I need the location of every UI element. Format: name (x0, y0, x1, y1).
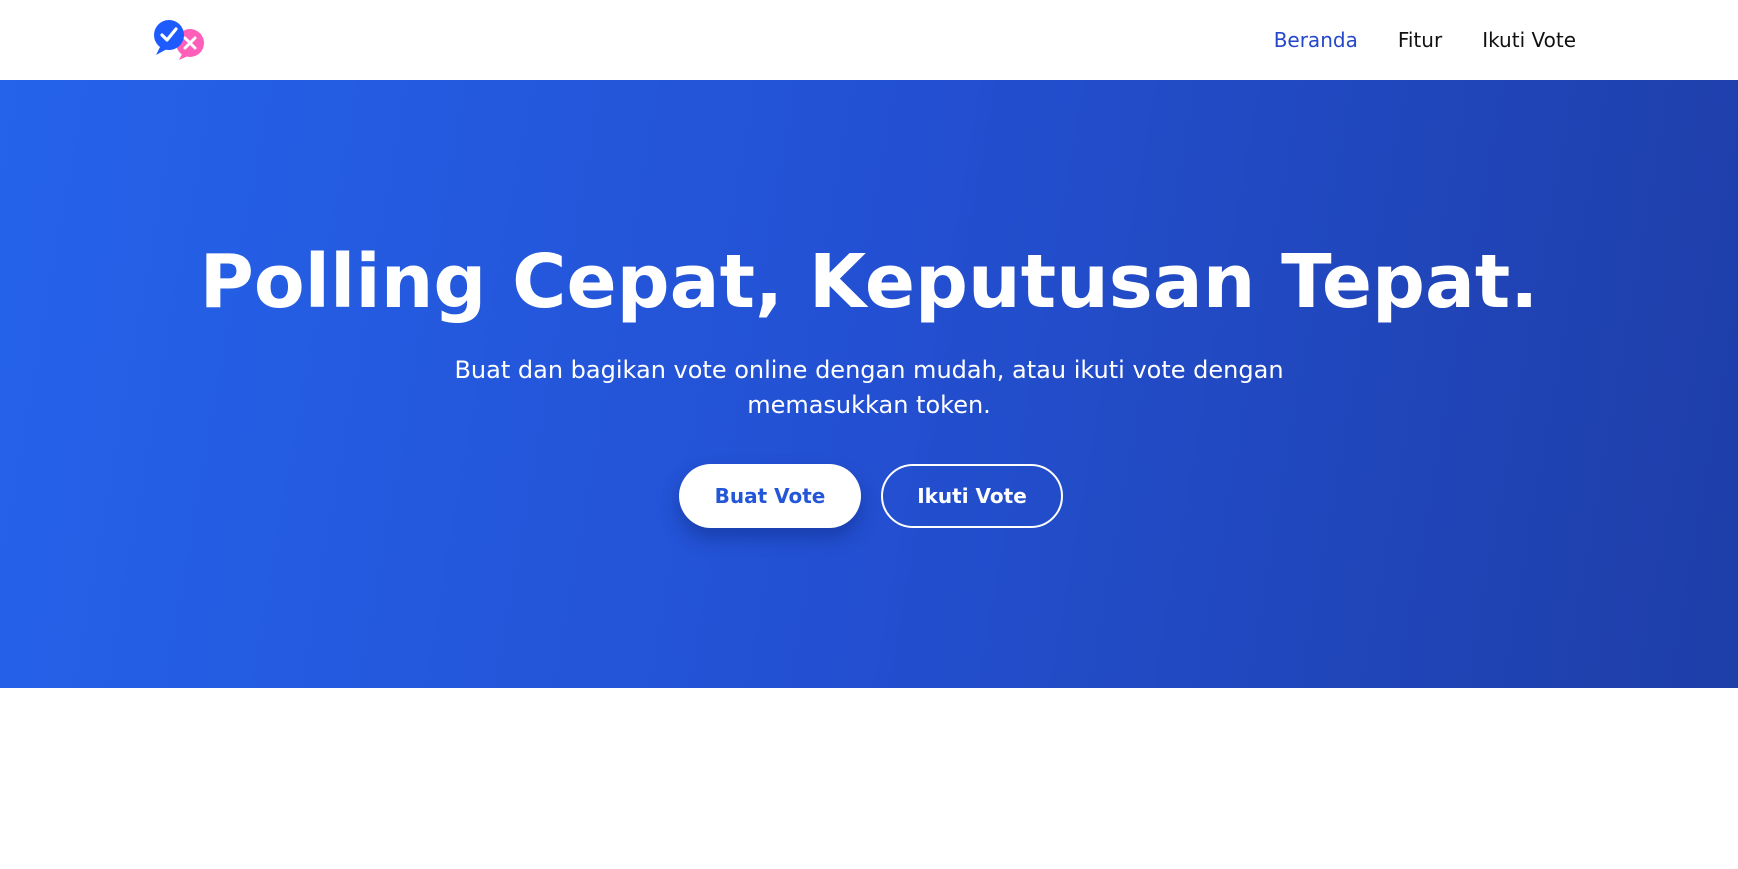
nav-link-fitur[interactable]: Fitur (1398, 28, 1442, 52)
main-nav: Beranda Fitur Ikuti Vote (1274, 0, 1576, 80)
nav-link-beranda[interactable]: Beranda (1274, 28, 1358, 52)
hero-actions: Buat Vote Ikuti Vote (0, 464, 1738, 528)
ikuti-vote-button[interactable]: Ikuti Vote (881, 464, 1063, 528)
navbar: Beranda Fitur Ikuti Vote (0, 0, 1738, 80)
vote-logo-icon[interactable] (152, 18, 208, 62)
hero-title: Polling Cepat, Keputusan Tepat. (199, 239, 1539, 325)
nav-link-ikuti-vote[interactable]: Ikuti Vote (1482, 28, 1576, 52)
hero-section: Polling Cepat, Keputusan Tepat. Buat dan… (0, 80, 1738, 688)
buat-vote-button[interactable]: Buat Vote (679, 464, 861, 528)
hero-subtitle: Buat dan bagikan vote online dengan muda… (454, 356, 1284, 419)
